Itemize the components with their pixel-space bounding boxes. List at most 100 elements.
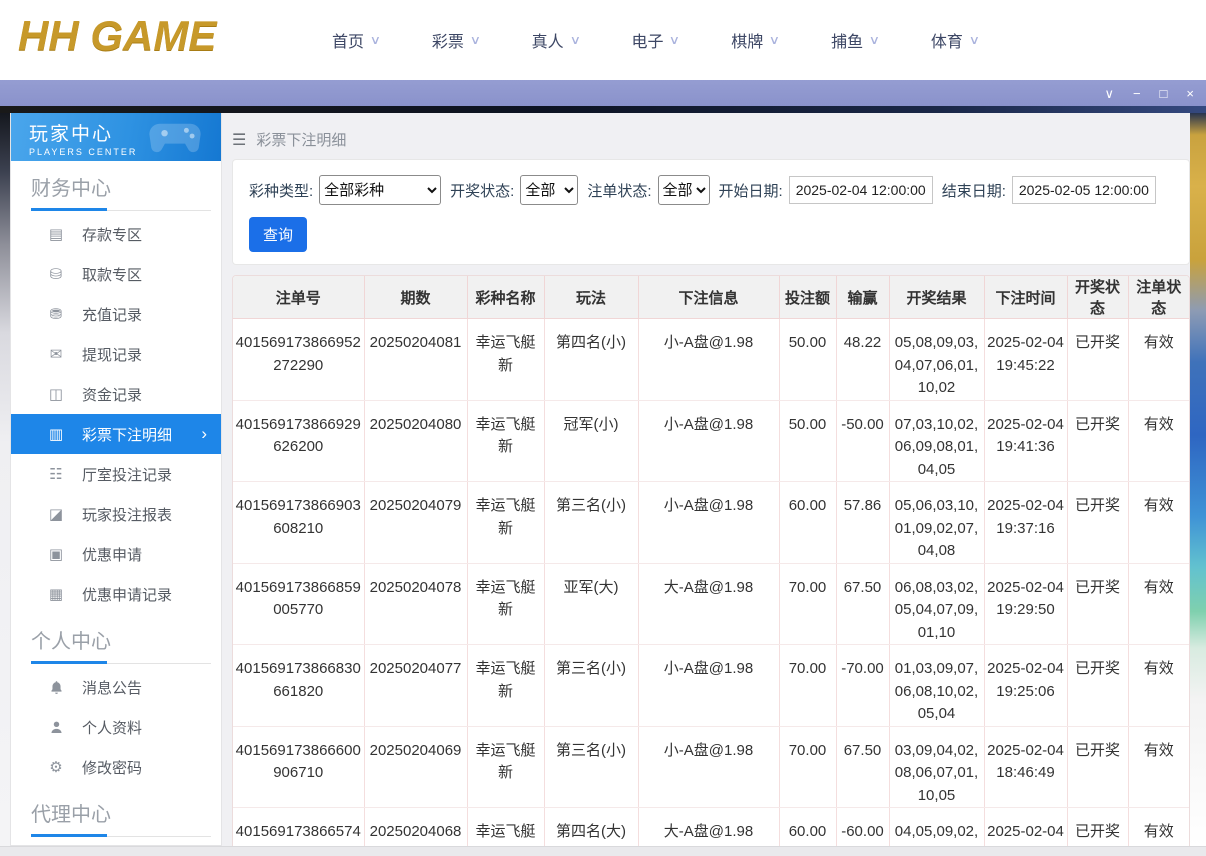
chevron-down-icon: ∨ bbox=[669, 33, 680, 47]
nav-item-label: 彩票 bbox=[432, 28, 464, 52]
main-content: ☰ 彩票下注明细 彩种类型: 全部彩种 开奖状态: 全部 注单状态: 全部 开始… bbox=[232, 113, 1190, 846]
window-minimize-button[interactable]: − bbox=[1133, 87, 1141, 100]
sidebar-item-label: 个人资料 bbox=[82, 717, 142, 738]
start-date-input[interactable] bbox=[789, 176, 933, 204]
sidebar-item-recharge-record[interactable]: ⛃ 充值记录 bbox=[11, 294, 221, 334]
cell-order-status: 有效 bbox=[1128, 726, 1189, 808]
lottery-type-select[interactable]: 全部彩种 bbox=[319, 175, 441, 205]
draw-status-label: 开奖状态: bbox=[450, 180, 514, 201]
cell-lottery-name: 幸运飞艇新 bbox=[467, 645, 544, 727]
cell-order-status: 有效 bbox=[1128, 645, 1189, 727]
report-chart-icon: ◪ bbox=[47, 505, 65, 523]
start-date-label: 开始日期: bbox=[719, 180, 783, 201]
top-bar: HH GAME 首页∨彩票∨真人∨电子∨棋牌∨捕鱼∨体育∨ bbox=[0, 0, 1206, 80]
sidebar-item-lottery-bet-detail[interactable]: ▥彩票下注明细› bbox=[11, 414, 221, 454]
nav-item-slots[interactable]: 电子∨ bbox=[631, 28, 679, 52]
sidebar-item-funds-record[interactable]: ◫ 资金记录 bbox=[11, 374, 221, 414]
nav-item-label: 体育 bbox=[931, 28, 963, 52]
nav-item-live[interactable]: 真人∨ bbox=[532, 28, 580, 52]
deposit-card-icon: ▤ bbox=[47, 225, 65, 243]
moneybag-icon: ⛃ bbox=[47, 305, 65, 323]
chevron-down-icon: ∨ bbox=[969, 33, 980, 47]
draw-status-select[interactable]: 全部 bbox=[520, 175, 578, 205]
window-edge-strip bbox=[0, 106, 1206, 113]
table-row: 40156917386683066182020250204077幸运飞艇新第三名… bbox=[233, 645, 1189, 727]
end-date-input[interactable] bbox=[1012, 176, 1156, 204]
cell-draw-status: 已开奖 bbox=[1067, 726, 1128, 808]
nav-item-label: 首页 bbox=[332, 28, 364, 52]
cell-draw-status: 已开奖 bbox=[1067, 482, 1128, 564]
window-dropdown-button[interactable]: ∨ bbox=[1104, 87, 1114, 100]
cell-order-status: 有效 bbox=[1128, 563, 1189, 645]
window-controls: ∨ − □ × bbox=[1104, 80, 1194, 106]
col-header-play: 玩法 bbox=[544, 276, 638, 319]
sidebar-item-label: 厅室投注记录 bbox=[82, 464, 172, 485]
envelope-icon: ✉ bbox=[47, 345, 65, 363]
window-close-button[interactable]: × bbox=[1186, 87, 1194, 100]
cell-bet-info: 大-A盘@1.98 bbox=[638, 808, 779, 847]
page-title: 彩票下注明细 bbox=[256, 129, 346, 150]
section-underline bbox=[31, 661, 211, 664]
sidebar-item-label: 充值记录 bbox=[82, 304, 142, 325]
person-icon bbox=[47, 720, 65, 735]
nav-item-lottery[interactable]: 彩票 ∨ bbox=[432, 28, 480, 52]
promo-list-icon: ▦ bbox=[47, 585, 65, 603]
order-status-select[interactable]: 全部 bbox=[658, 175, 710, 205]
sidebar-item-label: 资金记录 bbox=[82, 384, 142, 405]
horizontal-scrollbar[interactable] bbox=[0, 846, 1206, 856]
section-underline bbox=[31, 834, 211, 837]
sidebar-item-label: 优惠申请记录 bbox=[82, 584, 172, 605]
sidebar-item-promo-apply-record[interactable]: ▦ 优惠申请记录 bbox=[11, 574, 221, 614]
col-header-lottery-name: 彩种名称 bbox=[467, 276, 544, 319]
cell-order-no: 401569173866830661820 bbox=[233, 645, 364, 727]
withdraw-coins-icon: ⛁ bbox=[47, 265, 65, 283]
cell-order-status: 有效 bbox=[1128, 400, 1189, 482]
cell-play: 第四名(大) bbox=[544, 808, 638, 847]
cell-bet-time: 2025-02-04 19:45:22 bbox=[984, 319, 1067, 401]
cell-play: 亚军(大) bbox=[544, 563, 638, 645]
sidebar: 玩家中心 PLAYERS CENTER 财务中心▤存款专区⛁取款专区⛃充值记录✉… bbox=[10, 113, 222, 846]
menu-icon[interactable]: ☰ bbox=[232, 130, 246, 150]
sidebar-item-player-bet-report[interactable]: ◪玩家投注报表 bbox=[11, 494, 221, 534]
nav-item-label: 棋牌 bbox=[731, 28, 763, 52]
chevron-down-icon: ∨ bbox=[869, 33, 880, 47]
section-title-agent: 代理中心 bbox=[31, 798, 221, 827]
col-header-draw-status: 开奖状态 bbox=[1067, 276, 1128, 319]
cell-bet-info: 小-A盘@1.98 bbox=[638, 319, 779, 401]
wallet-icon: ◫ bbox=[47, 385, 65, 403]
bets-table: 注单号期数彩种名称玩法下注信息投注额输赢开奖结果下注时间开奖状态注单状态 401… bbox=[233, 276, 1189, 846]
cell-draw-result: 04,05,09,02,03,07,10,06,01,08 bbox=[889, 808, 984, 847]
window-maximize-button[interactable]: □ bbox=[1160, 87, 1168, 100]
col-header-period: 期数 bbox=[364, 276, 467, 319]
nav-item-sports[interactable]: 体育 ∨ bbox=[931, 28, 979, 52]
sidebar-item-change-password[interactable]: ⚙修改密码 bbox=[11, 747, 221, 787]
nav-item-fishing[interactable]: 捕鱼∨ bbox=[831, 28, 879, 52]
breadcrumb: ☰ 彩票下注明细 bbox=[232, 113, 1190, 150]
cell-play: 第三名(小) bbox=[544, 482, 638, 564]
sidebar-item-label: 消息公告 bbox=[82, 677, 142, 698]
nav-item-chess[interactable]: 棋牌∨ bbox=[731, 28, 779, 52]
chevron-down-icon: ∨ bbox=[1104, 86, 1114, 101]
sidebar-item-hall-bet-record[interactable]: ☷厅室投注记录 bbox=[11, 454, 221, 494]
cell-period: 20250204079 bbox=[364, 482, 467, 564]
sidebar-item-messages[interactable]: 消息公告 bbox=[11, 667, 221, 707]
cell-bet-info: 小-A盘@1.98 bbox=[638, 645, 779, 727]
chevron-down-icon: ∨ bbox=[569, 33, 580, 47]
sidebar-item-label: 彩票下注明细 bbox=[82, 424, 172, 445]
cell-period: 20250204068 bbox=[364, 808, 467, 847]
cell-lottery-name: 幸运飞艇新 bbox=[467, 482, 544, 564]
cell-play: 第三名(小) bbox=[544, 726, 638, 808]
sidebar-item-deposit[interactable]: ▤存款专区 bbox=[11, 214, 221, 254]
sidebar-item-withdraw[interactable]: ⛁取款专区 bbox=[11, 254, 221, 294]
sidebar-item-promo-apply[interactable]: ▣优惠申请 bbox=[11, 534, 221, 574]
nav-item-home[interactable]: 首页∨ bbox=[332, 28, 380, 52]
sidebar-item-profile[interactable]: 个人资料 bbox=[11, 707, 221, 747]
cell-period: 20250204081 bbox=[364, 319, 467, 401]
cell-order-status: 有效 bbox=[1128, 482, 1189, 564]
cell-lottery-name: 幸运飞艇新 bbox=[467, 726, 544, 808]
sidebar-item-withdrawal-record[interactable]: ✉提现记录 bbox=[11, 334, 221, 374]
cell-draw-status: 已开奖 bbox=[1067, 645, 1128, 727]
col-header-win-loss: 输赢 bbox=[836, 276, 889, 319]
search-button[interactable]: 查询 bbox=[249, 217, 307, 252]
chevron-down-icon: ∨ bbox=[470, 33, 481, 47]
